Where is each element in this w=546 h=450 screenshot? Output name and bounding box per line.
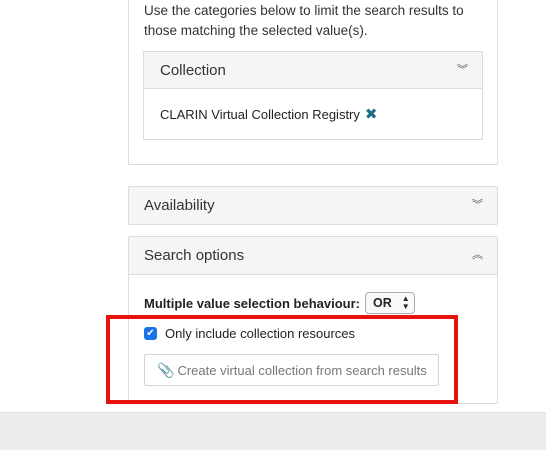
search-options-title: Search options [144,247,245,264]
remove-x-icon[interactable]: ✖ [365,105,378,123]
collection-facet-body: CLARIN Virtual Collection Registry ✖ [144,89,482,139]
create-button-label: Create virtual collection from search re… [177,362,427,378]
multi-value-selected: OR [373,296,392,310]
multi-value-select[interactable]: OR ▲ ▼ [365,292,415,314]
availability-title: Availability [144,197,215,214]
create-virtual-collection-button[interactable]: 📎 Create virtual collection from search … [144,354,439,386]
multi-value-row: Multiple value selection behaviour: OR ▲… [144,292,415,314]
chevron-up-double-icon[interactable]: ︽ [472,250,483,261]
page-footer [0,412,546,450]
collection-only-checkbox[interactable]: ✔ [144,327,157,340]
selected-facet-value: CLARIN Virtual Collection Registry [160,106,360,122]
collection-facet-title: Collection [160,61,226,79]
collection-only-label: Only include collection resources [165,326,356,341]
chevron-down-double-icon[interactable]: ︾ [457,64,468,76]
search-options-header[interactable]: Search options ︽ [129,237,497,275]
select-arrows-icon: ▲ ▼ [401,294,410,311]
availability-panel-header[interactable]: Availability ︾ [128,186,498,225]
paperclip-icon: 📎 [157,361,175,378]
collection-facet: Collection ︾ CLARIN Virtual Collection R… [143,51,483,140]
collection-facet-header[interactable]: Collection ︾ [144,52,482,89]
collection-only-row[interactable]: ✔ Only include collection resources [144,326,355,341]
facets-panel: Use the categories below to limit the se… [128,0,498,165]
search-options-panel: Search options ︽ Multiple value selectio… [128,236,498,404]
multi-value-label: Multiple value selection behaviour: [144,295,360,311]
chevron-down-double-icon[interactable]: ︾ [472,200,483,211]
facets-intro-text: Use the categories below to limit the se… [144,3,464,38]
